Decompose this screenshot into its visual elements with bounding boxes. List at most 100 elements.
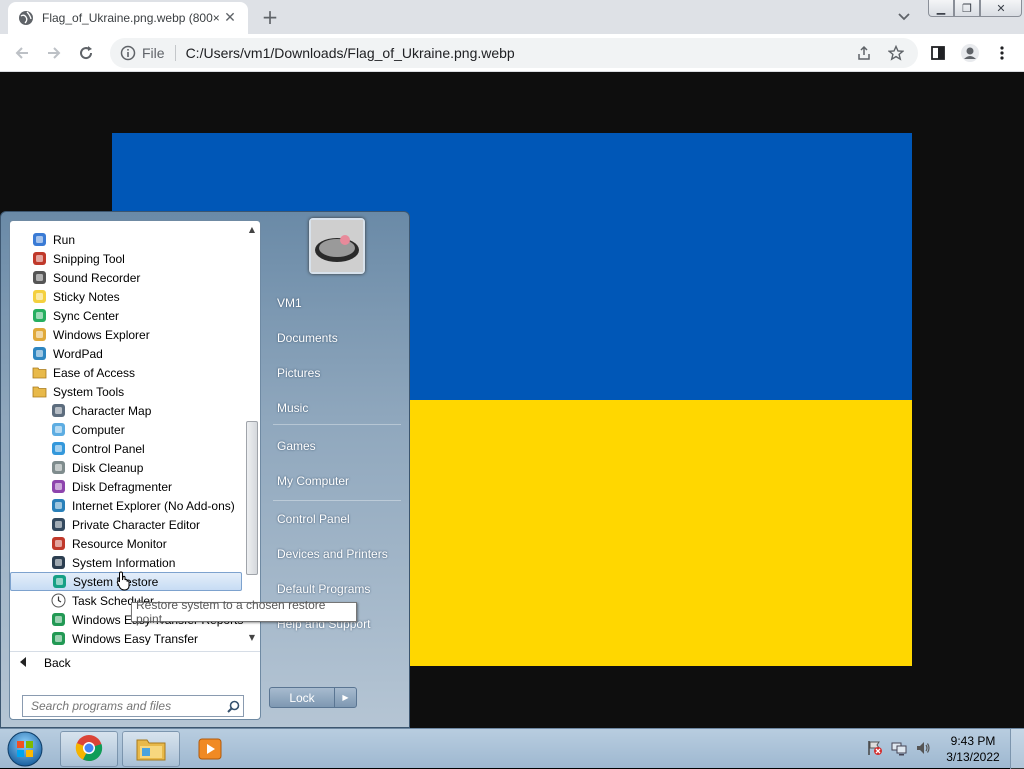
start-link[interactable]: Control Panel <box>277 512 350 526</box>
user-avatar[interactable] <box>309 218 365 274</box>
network-icon[interactable] <box>890 739 908 757</box>
program-label: Computer <box>72 422 125 437</box>
program-item[interactable]: Ease of Access <box>31 363 135 382</box>
control-panel-icon <box>50 441 66 457</box>
start-button[interactable] <box>4 730 46 768</box>
new-tab-button[interactable]: + <box>258 5 282 29</box>
start-menu-programs-pane: Run Snipping Tool Sound Recorder Sticky Not… <box>9 220 261 720</box>
file-explorer-icon <box>136 735 166 764</box>
more-menu-icon[interactable] <box>990 41 1014 65</box>
scroll-down-arrow-icon[interactable]: ▼ <box>244 631 260 645</box>
info-icon[interactable] <box>120 45 136 61</box>
program-item[interactable]: Sound Recorder <box>31 268 140 287</box>
tab-active[interactable]: Flag_of_Ukraine.png.webp (800× ✕ <box>8 2 248 34</box>
url-text[interactable]: C:/Users/vm1/Downloads/Flag_of_Ukraine.p… <box>186 45 515 61</box>
browser-window: Flag_of_Ukraine.png.webp (800× ✕ + ▁ ❐ ✕… <box>0 0 1024 72</box>
program-item[interactable]: Disk Defragmenter <box>50 477 172 496</box>
show-desktop-button[interactable] <box>1010 729 1024 769</box>
profile-icon[interactable] <box>958 41 982 65</box>
restore-button[interactable]: ❐ <box>954 0 980 17</box>
program-label: Internet Explorer (No Add-ons) <box>72 498 235 513</box>
start-link[interactable]: Music <box>277 401 308 415</box>
taskbar-chrome[interactable] <box>60 731 118 767</box>
back-button[interactable]: Back <box>10 651 260 673</box>
program-list-scrollbar[interactable]: ▲ ▼ <box>244 223 260 645</box>
share-icon[interactable] <box>856 38 872 68</box>
character-map-icon <box>50 403 66 419</box>
program-item[interactable]: Private Character Editor <box>50 515 200 534</box>
minimize-button[interactable]: ▁ <box>928 0 954 17</box>
easy-transfer-icon <box>50 631 66 645</box>
program-item[interactable]: Snipping Tool <box>31 249 125 268</box>
start-link[interactable]: VM1 <box>277 296 302 310</box>
address-bar[interactable]: File C:/Users/vm1/Downloads/Flag_of_Ukra… <box>110 38 918 68</box>
program-label: Private Character Editor <box>72 517 201 532</box>
close-tab-icon[interactable]: ✕ <box>222 10 238 26</box>
wordpad-icon <box>31 346 47 362</box>
program-label: System Tools <box>53 384 125 399</box>
program-item[interactable]: Windows Easy Transfer <box>50 629 198 645</box>
taskbar-file-explorer[interactable] <box>122 731 180 767</box>
program-label: Windows Easy Transfer <box>72 631 199 646</box>
program-item[interactable]: Disk Cleanup <box>50 458 143 477</box>
close-window-button[interactable]: ✕ <box>980 0 1022 17</box>
program-item[interactable]: Windows Explorer <box>31 325 150 344</box>
defrag-icon <box>50 479 66 495</box>
program-label: Disk Defragmenter <box>72 479 173 494</box>
program-label: WordPad <box>53 346 103 361</box>
program-item[interactable]: Sync Center <box>31 306 119 325</box>
action-center-flag-icon[interactable] <box>866 739 884 757</box>
start-link[interactable]: Default Programs <box>277 582 370 596</box>
program-item[interactable]: System Information <box>50 553 175 572</box>
forward-arrow-icon[interactable] <box>42 41 66 65</box>
folder-explorer-icon <box>31 327 47 343</box>
program-label: System Information <box>72 555 176 570</box>
program-label: Sticky Notes <box>53 289 120 304</box>
program-item[interactable]: System Tools <box>31 382 124 401</box>
scrollbar-thumb[interactable] <box>246 421 258 575</box>
scroll-up-arrow-icon[interactable]: ▲ <box>244 223 260 237</box>
search-icon[interactable] <box>223 700 243 713</box>
system-clock[interactable]: 9:43 PM 3/13/2022 <box>940 733 1006 765</box>
program-item[interactable]: Internet Explorer (No Add-ons) <box>50 496 235 515</box>
program-item[interactable]: Run <box>31 230 75 249</box>
power-options-arrow-icon[interactable]: ▶ <box>334 687 357 708</box>
ie-icon <box>50 498 66 514</box>
side-panel-icon[interactable] <box>926 41 950 65</box>
tab-strip: Flag_of_Ukraine.png.webp (800× ✕ + ▁ ❐ ✕ <box>0 0 1024 34</box>
lock-button[interactable]: Lock <box>269 687 335 708</box>
program-item[interactable]: Sticky Notes <box>31 287 120 306</box>
search-input[interactable] <box>31 699 223 713</box>
bookmark-star-icon[interactable] <box>888 38 904 68</box>
start-link[interactable]: My Computer <box>277 474 349 488</box>
computer-icon <box>50 422 66 438</box>
start-link[interactable]: Pictures <box>277 366 320 380</box>
folder-icon <box>31 384 47 400</box>
clock-date: 3/13/2022 <box>946 750 1000 764</box>
triangle-left-icon <box>20 656 26 670</box>
chrome-icon <box>75 734 103 765</box>
search-box[interactable] <box>22 695 244 717</box>
start-link[interactable]: Games <box>277 439 316 453</box>
program-label: Resource Monitor <box>72 536 167 551</box>
reload-icon[interactable] <box>74 41 98 65</box>
scissors-icon <box>31 251 47 267</box>
program-item[interactable]: Computer <box>50 420 125 439</box>
tab-title: Flag_of_Ukraine.png.webp (800× <box>42 11 220 25</box>
program-item[interactable]: Character Map <box>50 401 151 420</box>
resource-monitor-icon <box>50 536 66 552</box>
program-label: Sound Recorder <box>53 270 141 285</box>
start-link[interactable]: Devices and Printers <box>277 547 388 561</box>
program-item[interactable]: Control Panel <box>50 439 145 458</box>
program-item[interactable]: Resource Monitor <box>50 534 167 553</box>
back-arrow-icon[interactable] <box>10 41 34 65</box>
sync-icon <box>31 308 47 324</box>
program-label: Windows Explorer <box>53 327 150 342</box>
start-link[interactable]: Documents <box>277 331 338 345</box>
volume-icon[interactable] <box>914 739 932 757</box>
browser-toolbar: File C:/Users/vm1/Downloads/Flag_of_Ukra… <box>0 34 1024 72</box>
media-player-icon[interactable] <box>196 735 224 763</box>
chevron-down-icon[interactable] <box>894 7 914 27</box>
program-item[interactable]: WordPad <box>31 344 103 363</box>
menu-separator <box>273 424 401 425</box>
